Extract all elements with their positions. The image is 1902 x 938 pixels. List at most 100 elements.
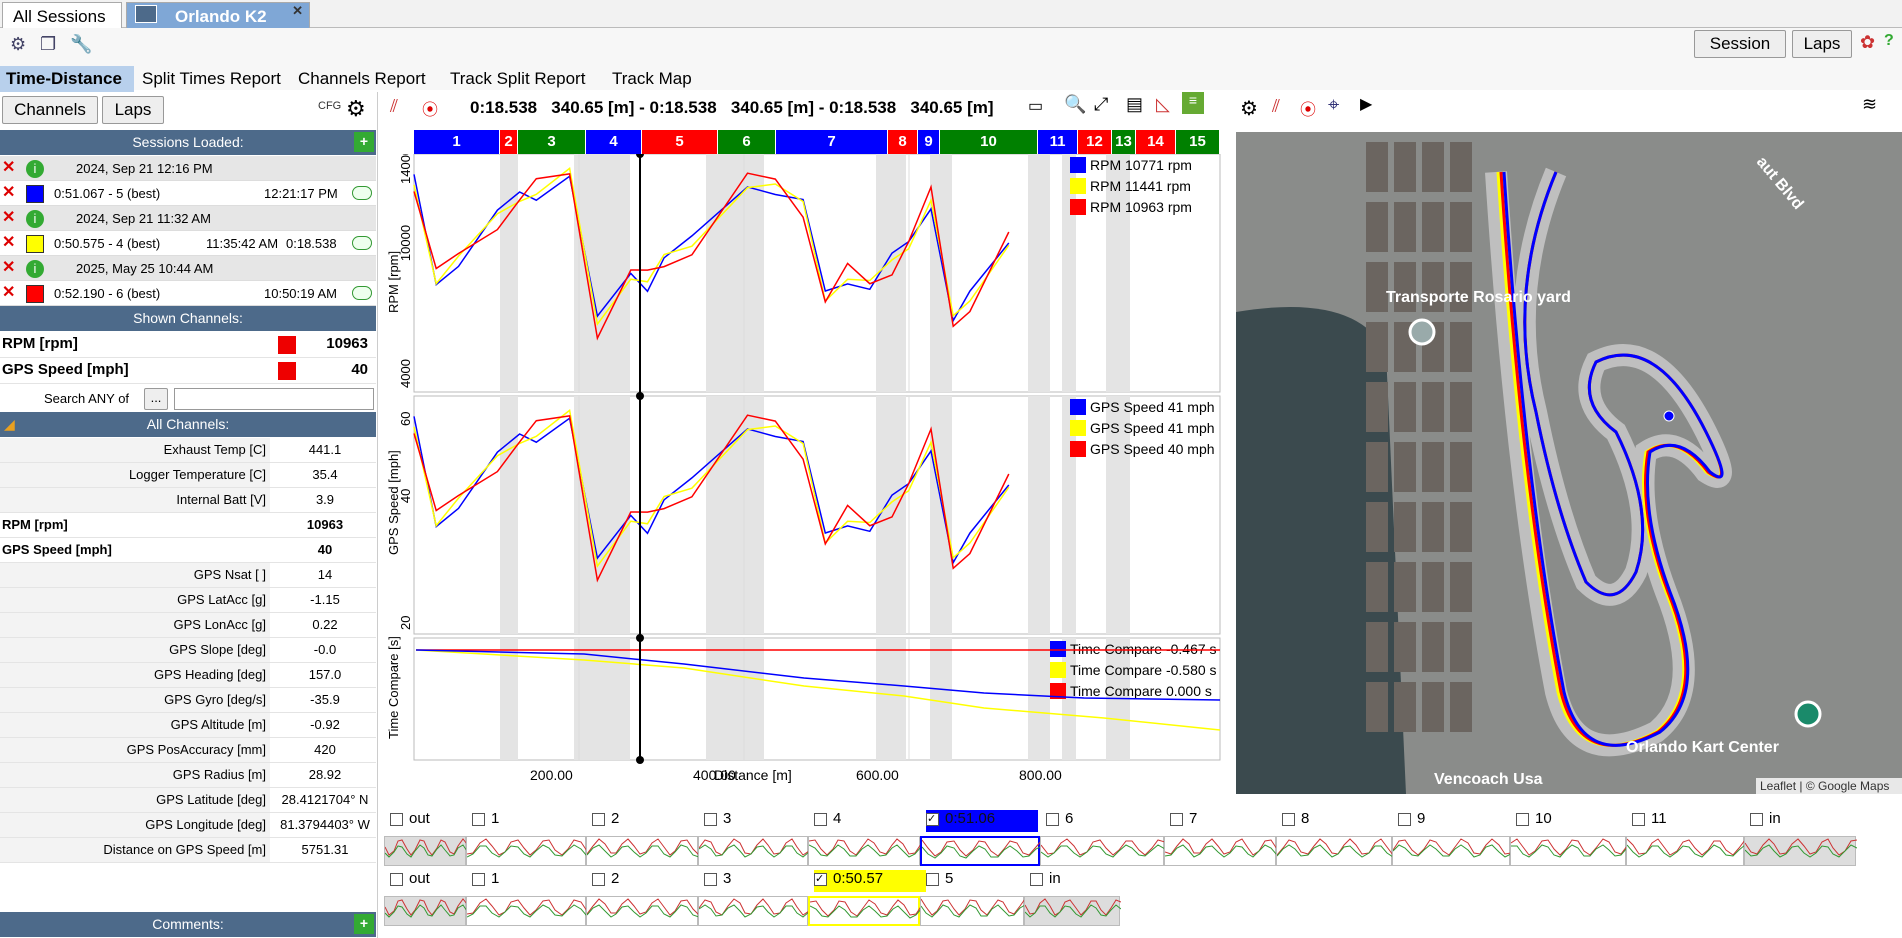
lap-preview[interactable] — [698, 896, 810, 926]
lap-preview[interactable] — [586, 836, 700, 866]
channel-row[interactable]: Distance on GPS Speed [m] 5751.31 — [0, 838, 376, 863]
lap-selector[interactable]: in — [1750, 810, 1862, 832]
lap-checkbox[interactable]: ✓ — [814, 872, 827, 886]
session-row[interactable]: ✕ i 2024, Sep 21 11:32 AM — [0, 206, 376, 231]
add-comment-icon[interactable]: + — [354, 914, 374, 934]
remove-icon[interactable]: ✕ — [2, 235, 18, 252]
lap-preview[interactable] — [1276, 836, 1394, 866]
lap-checkbox[interactable] — [1282, 812, 1295, 826]
split-segment[interactable]: 13 — [1112, 130, 1136, 154]
channel-row[interactable]: GPS Altitude [m] -0.92 — [0, 713, 376, 738]
channel-row[interactable]: GPS Latitude [deg] 28.4121704° N — [0, 788, 376, 813]
search-input[interactable] — [174, 388, 374, 410]
channel-row[interactable]: GPS Slope [deg] -0.0 — [0, 638, 376, 663]
tab-channels-report[interactable]: Channels Report — [292, 66, 442, 92]
lap-preview[interactable] — [1626, 836, 1746, 866]
split-segment[interactable]: 6 — [718, 130, 776, 154]
channel-row[interactable]: RPM [rpm] 10963 — [0, 513, 376, 538]
channel-row[interactable]: GPS Speed [mph] 40 — [0, 538, 376, 563]
channel-row[interactable]: GPS Heading [deg] 157.0 — [0, 663, 376, 688]
lap-preview[interactable] — [808, 836, 922, 866]
cursor-handle[interactable] — [636, 756, 644, 764]
gear-icon[interactable]: ⚙ — [346, 96, 366, 122]
lap-preview[interactable] — [586, 896, 700, 926]
split-segment[interactable]: 7 — [776, 130, 888, 154]
split-segment[interactable]: 12 — [1078, 130, 1112, 154]
lap-selector[interactable]: 11 — [1632, 810, 1750, 832]
copy-icon[interactable]: ❐ — [40, 34, 56, 55]
channel-row[interactable]: GPS Nsat [ ] 14 — [0, 563, 376, 588]
lap-preview[interactable] — [1164, 836, 1278, 866]
lap-checkbox[interactable] — [1750, 812, 1763, 826]
settings-icon[interactable]: ⚙ — [10, 34, 26, 55]
lap-checkbox[interactable] — [1516, 812, 1529, 826]
lap-preview[interactable] — [1744, 836, 1858, 866]
lap-checkbox[interactable] — [472, 812, 485, 826]
map-gear-icon[interactable]: ⚙ — [1240, 96, 1258, 121]
zoom-fit-icon[interactable]: ⤢ — [1094, 94, 1108, 115]
lap-checkbox[interactable] — [926, 872, 939, 886]
record-icon[interactable]: ⦿ — [422, 96, 438, 120]
split-segment[interactable]: 1 — [414, 130, 500, 154]
lap-selector[interactable]: 5 — [926, 870, 1030, 892]
session-row[interactable]: ✕ 0:50.575 - 4 (best) 11:35:42 AM 0:18.538 — [0, 231, 376, 256]
channel-row[interactable]: GPS PosAccuracy [mm] 420 — [0, 738, 376, 763]
channel-row[interactable]: GPS Radius [m] 28.92 — [0, 763, 376, 788]
lap-checkbox[interactable] — [472, 872, 485, 886]
remove-icon[interactable]: ✕ — [2, 185, 18, 202]
split-segment[interactable]: 10 — [940, 130, 1038, 154]
lap-checkbox[interactable] — [1398, 812, 1411, 826]
collapse-icon[interactable]: ◢ — [4, 412, 15, 437]
info-icon[interactable]: i — [26, 210, 44, 228]
wrench-icon[interactable]: 🔧 — [70, 34, 92, 55]
lap-selector[interactable]: 9 — [1398, 810, 1516, 832]
shown-channel-row[interactable]: GPS Speed [mph] 40 — [0, 358, 376, 384]
remove-icon[interactable]: ✕ — [2, 260, 18, 277]
info-icon[interactable]: i — [26, 260, 44, 278]
lap-preview[interactable] — [384, 836, 468, 866]
add-icon[interactable]: + — [354, 132, 374, 152]
tab-track-split-report[interactable]: Track Split Report — [444, 66, 596, 92]
charts-svg[interactable]: RPM [rpm]40001000014000 RPM 10771 rpmRPM … — [384, 154, 1226, 802]
lap-selector[interactable]: 1 — [472, 870, 592, 892]
puzzle-icon[interactable]: ✿ — [1860, 32, 1875, 53]
lap-selector[interactable]: 1 — [472, 810, 592, 832]
shown-channel-row[interactable]: RPM [rpm] 10963 — [0, 332, 376, 358]
tab-split-times-report[interactable]: Split Times Report — [136, 66, 288, 92]
split-segment[interactable]: 2 — [500, 130, 518, 154]
lap-preview[interactable] — [384, 896, 468, 926]
session-button[interactable]: Session — [1694, 30, 1786, 58]
lap-selector[interactable]: 3 — [704, 870, 814, 892]
lap-preview[interactable] — [1510, 836, 1628, 866]
lap-preview[interactable] — [466, 896, 588, 926]
triangle-icon[interactable]: ◺ — [1156, 94, 1170, 115]
remove-icon[interactable]: ✕ — [2, 210, 18, 227]
poi-marker[interactable] — [1408, 318, 1436, 346]
lap-selector[interactable]: in — [1030, 870, 1126, 892]
session-row[interactable]: ✕ 0:51.067 - 5 (best) 12:21:17 PM — [0, 181, 376, 206]
laps-tab-button[interactable]: Laps — [102, 96, 164, 124]
lap-preview[interactable] — [808, 896, 923, 926]
session-row[interactable]: ✕ i 2025, May 25 10:44 AM — [0, 256, 376, 281]
lap-selector[interactable]: 10 — [1516, 810, 1632, 832]
layers-icon[interactable]: ≋ — [1862, 94, 1877, 115]
channel-row[interactable]: GPS LonAcc [g] 0.22 — [0, 613, 376, 638]
tab-all-sessions[interactable]: All Sessions — [2, 2, 122, 28]
lap-selector[interactable]: 6 — [1046, 810, 1170, 832]
play-icon[interactable]: ▶ — [1360, 94, 1372, 114]
remove-icon[interactable]: ✕ — [2, 160, 18, 177]
session-row[interactable]: ✕ i 2024, Sep 21 12:16 PM — [0, 156, 376, 181]
lap-selector[interactable]: 7 — [1170, 810, 1282, 832]
lap-checkbox[interactable] — [1170, 812, 1183, 826]
lap-preview[interactable] — [1392, 836, 1512, 866]
color-swatch[interactable] — [278, 336, 296, 354]
lap-checkbox[interactable] — [390, 872, 403, 886]
lap-checkbox[interactable] — [1046, 812, 1059, 826]
map-eraser-icon[interactable]: ⫽ — [1272, 96, 1280, 117]
lap-selector[interactable]: 3 — [704, 810, 814, 832]
lap-checkbox[interactable] — [704, 872, 717, 886]
color-swatch[interactable] — [278, 362, 296, 380]
eraser-icon[interactable]: ⫽ — [390, 96, 398, 117]
split-segment[interactable]: 8 — [888, 130, 918, 154]
lap-selector[interactable]: 2 — [592, 810, 704, 832]
